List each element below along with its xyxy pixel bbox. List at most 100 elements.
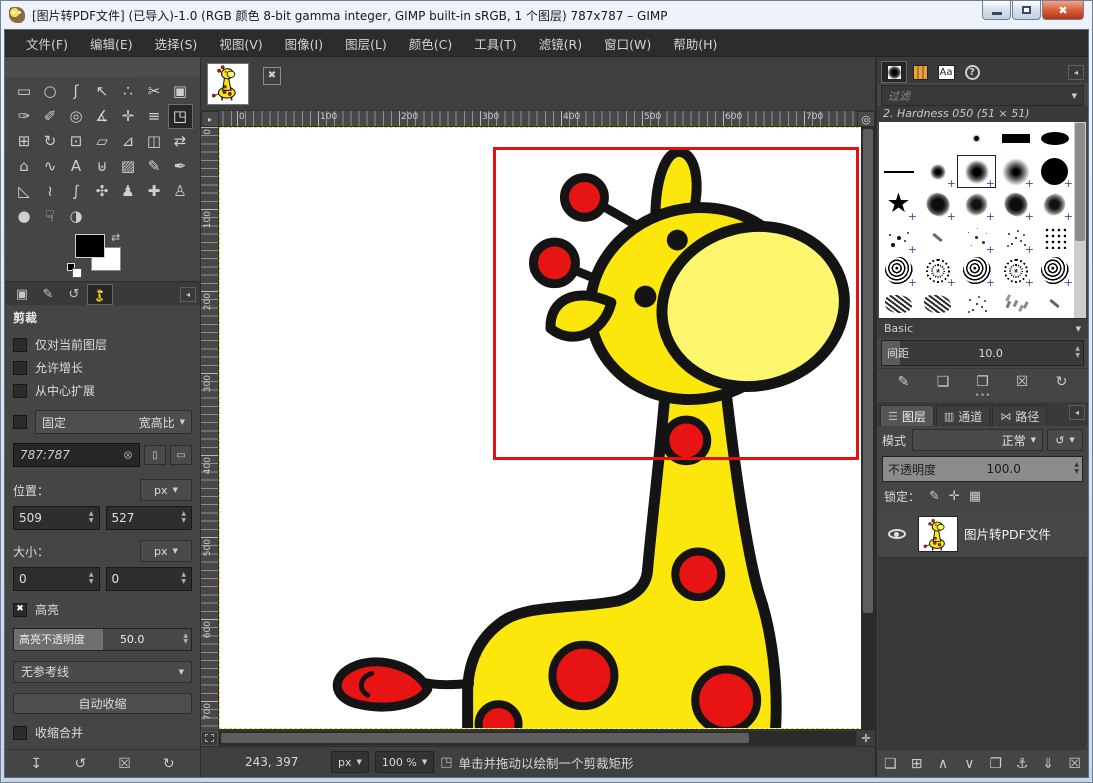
- scale-tool-icon[interactable]: ⊡: [64, 129, 89, 154]
- menu-item[interactable]: 工具(T): [463, 30, 527, 57]
- status-unit-dropdown[interactable]: px▼: [331, 751, 369, 773]
- portrait-orientation-button[interactable]: ▯: [144, 445, 166, 465]
- aspect-ratio-field[interactable]: 787:787 ⊗: [13, 443, 140, 467]
- collapse-dock-button[interactable]: ◂: [1068, 65, 1084, 80]
- fixed-checkbox[interactable]: [13, 415, 27, 429]
- help-tab[interactable]: ?: [959, 61, 985, 83]
- brush-grid-scrollbar[interactable]: [1074, 122, 1086, 318]
- menu-item[interactable]: 选择(S): [144, 30, 209, 57]
- spinner-arrows-icon[interactable]: ▲▼: [89, 511, 94, 524]
- horizontal-scrollbar-thumb[interactable]: [221, 733, 749, 743]
- size-height-input[interactable]: 0▲▼: [106, 567, 193, 591]
- brush-item[interactable]: [1035, 287, 1074, 318]
- flip-tool-icon[interactable]: ⇄: [168, 129, 193, 154]
- dock-resize-grip[interactable]: •••: [877, 394, 1088, 402]
- image-thumbnail-tab[interactable]: [87, 284, 113, 305]
- crop-tool-icon[interactable]: ◳: [168, 104, 193, 129]
- image-tab[interactable]: [207, 63, 249, 105]
- position-x-input[interactable]: 509▲▼: [13, 506, 100, 530]
- layers-tab[interactable]: ☰图层: [880, 405, 934, 426]
- perspective-tool-icon[interactable]: ⊿: [116, 129, 141, 154]
- tool-options-tab[interactable]: ▣: [9, 284, 35, 305]
- brush-item[interactable]: [957, 155, 996, 188]
- brush-item[interactable]: [996, 155, 1035, 188]
- spinner-arrows-icon[interactable]: ▲▼: [181, 572, 186, 585]
- size-width-input[interactable]: 0▲▼: [13, 567, 100, 591]
- align-tool-icon[interactable]: ≡: [142, 104, 167, 129]
- lock-position-icon[interactable]: ✛: [949, 489, 960, 504]
- brush-item[interactable]: [918, 254, 957, 287]
- spinner-arrows-icon[interactable]: ▲▼: [1075, 346, 1083, 359]
- measure-tool-icon[interactable]: ∡: [90, 104, 115, 129]
- merge-down-icon[interactable]: ⇓: [1035, 756, 1061, 772]
- brush-item[interactable]: [918, 287, 957, 318]
- menu-item[interactable]: 滤镜(R): [528, 30, 593, 57]
- perspective-clone-tool-icon[interactable]: ♙: [168, 179, 193, 204]
- ink-tool-icon[interactable]: ∫: [64, 179, 89, 204]
- foreground-color-swatch[interactable]: [75, 234, 105, 258]
- move-tool-icon[interactable]: ✛: [116, 104, 141, 129]
- foreground-select-tool-icon[interactable]: ▣: [168, 79, 193, 104]
- brush-item[interactable]: [996, 221, 1035, 254]
- size-unit-dropdown[interactable]: px▼: [140, 540, 192, 562]
- menu-item[interactable]: 帮助(H): [662, 30, 728, 57]
- brush-item[interactable]: [879, 122, 918, 155]
- layer-visibility-eye-icon[interactable]: [888, 529, 906, 539]
- menu-item[interactable]: 窗口(W): [593, 30, 662, 57]
- patterns-tab[interactable]: [907, 61, 933, 83]
- heal-tool-icon[interactable]: ✚: [142, 179, 167, 204]
- lock-alpha-icon[interactable]: ▦: [969, 489, 981, 504]
- text-tool-icon[interactable]: A: [64, 154, 89, 179]
- shear-tool-icon[interactable]: ▱: [90, 129, 115, 154]
- spinner-arrows-icon[interactable]: ▲▼: [183, 633, 191, 646]
- crop-selection-rectangle[interactable]: [493, 147, 859, 460]
- device-status-tab[interactable]: ✎: [35, 284, 61, 305]
- layer-row[interactable]: 图片转PDF文件: [878, 510, 1087, 558]
- menu-item[interactable]: 图层(L): [334, 30, 398, 57]
- brush-item[interactable]: [957, 188, 996, 221]
- landscape-orientation-button[interactable]: ▭: [170, 445, 192, 465]
- paintbrush-tool-icon[interactable]: ✒: [168, 154, 193, 179]
- save-tool-preset-icon[interactable]: ↧: [23, 756, 49, 772]
- brush-item[interactable]: [879, 221, 918, 254]
- undo-history-tab[interactable]: ↺: [61, 284, 87, 305]
- refresh-brushes-icon[interactable]: ↻: [1049, 374, 1075, 390]
- new-layer-group-icon[interactable]: ⊞: [904, 756, 930, 772]
- new-layer-icon[interactable]: ❏: [877, 756, 903, 772]
- new-brush-icon[interactable]: ❏: [930, 374, 956, 390]
- spinner-arrows-icon[interactable]: ▲▼: [89, 572, 94, 585]
- brush-item[interactable]: [1035, 155, 1074, 188]
- brushes-tab[interactable]: [881, 61, 907, 83]
- brush-item[interactable]: [1035, 254, 1074, 287]
- lock-pixels-icon[interactable]: ✎: [929, 489, 940, 504]
- raise-layer-icon[interactable]: ∧: [930, 756, 956, 772]
- clone-tool-icon[interactable]: ♟: [116, 179, 141, 204]
- brush-item[interactable]: [996, 188, 1035, 221]
- brush-item[interactable]: [957, 287, 996, 318]
- auto-shrink-button[interactable]: 自动收缩: [13, 693, 192, 714]
- 3d-transform-tool-icon[interactable]: ◫: [142, 129, 167, 154]
- brush-spacing-slider[interactable]: 间距 10.0 ▲▼: [881, 340, 1084, 366]
- menu-item[interactable]: 文件(F): [15, 30, 79, 57]
- swap-colors-icon[interactable]: ⇄: [111, 231, 120, 244]
- restore-tool-preset-icon[interactable]: ↺: [67, 756, 93, 772]
- delete-layer-icon[interactable]: ☒: [1062, 756, 1088, 772]
- menu-item[interactable]: 编辑(E): [79, 30, 144, 57]
- paths-tool-icon[interactable]: ✑: [12, 104, 37, 129]
- menu-item[interactable]: 视图(V): [208, 30, 273, 57]
- spinner-arrows-icon[interactable]: ▲▼: [181, 511, 186, 524]
- minimize-button[interactable]: [982, 1, 1011, 20]
- image-tab-close-button[interactable]: ✖: [263, 67, 281, 85]
- blur-sharpen-tool-icon[interactable]: ●: [12, 204, 37, 229]
- navigation-button[interactable]: ✛: [857, 731, 875, 746]
- maximize-button[interactable]: [1012, 1, 1041, 20]
- fuzzy-select-tool-icon[interactable]: ↖: [90, 79, 115, 104]
- channels-tab[interactable]: ▥通道: [936, 405, 990, 426]
- brush-item[interactable]: [918, 122, 957, 155]
- brush-item[interactable]: [996, 122, 1035, 155]
- fonts-tab[interactable]: Aa: [933, 61, 959, 83]
- quick-mask-toggle[interactable]: [201, 731, 218, 746]
- color-picker-tool-icon[interactable]: ✐: [38, 104, 63, 129]
- option-checkbox[interactable]: [13, 361, 27, 375]
- zoom-follow-window-button[interactable]: ◎: [857, 111, 875, 127]
